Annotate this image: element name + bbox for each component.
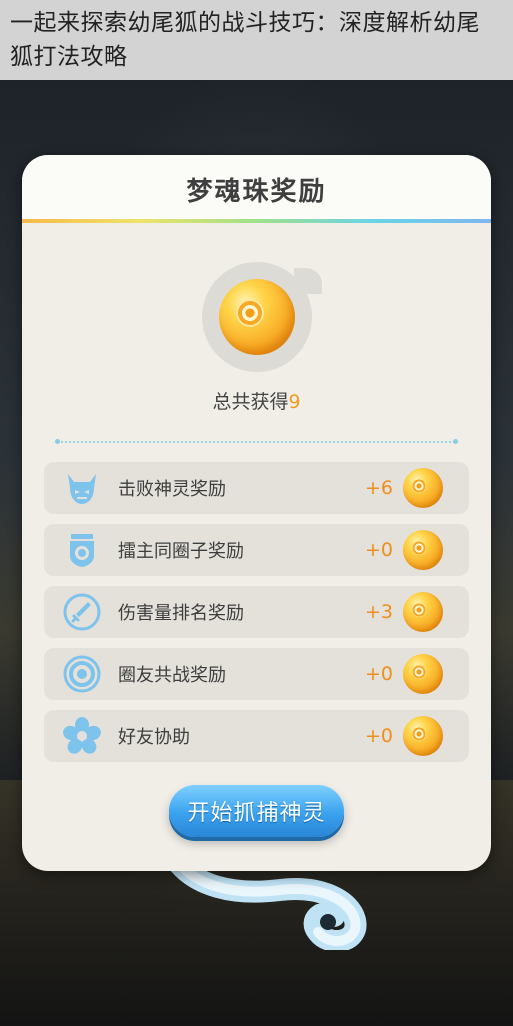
dream-orb-icon (219, 279, 295, 355)
header-rainbow-line (22, 219, 491, 223)
reward-value: +3 (364, 601, 393, 623)
article-title-banner: 一起来探索幼尾狐的战斗技巧：深度解析幼尾狐打法攻略 (0, 0, 513, 80)
reward-dialog: 梦魂珠奖励 总共获得9 击败神灵奖励 +6 擂主同圈子奖励 +0 伤害量排名奖励… (22, 155, 491, 871)
reward-row-damage: 伤害量排名奖励 +3 (44, 586, 469, 638)
start-capture-button[interactable]: 开始抓捕神灵 (169, 785, 344, 837)
dialog-header: 梦魂珠奖励 (22, 155, 491, 223)
demon-mask-icon (60, 466, 104, 510)
reward-label: 好友协助 (118, 727, 190, 748)
total-label: 总共获得 (212, 391, 289, 413)
reward-label: 伤害量排名奖励 (118, 603, 244, 624)
reward-label: 圈友共战奖励 (118, 665, 226, 686)
reward-value: +0 (364, 725, 393, 747)
dotted-divider (55, 439, 458, 444)
reward-row-arena: 擂主同圈子奖励 +0 (44, 524, 469, 576)
reward-label: 击败神灵奖励 (118, 479, 226, 500)
reward-row-defeat: 击败神灵奖励 +6 (44, 462, 469, 514)
badge-shield-icon (60, 528, 104, 572)
sword-icon (60, 590, 104, 634)
total-reward: 总共获得9 (22, 387, 491, 414)
total-value: 9 (288, 391, 301, 413)
orb-coin-icon (403, 716, 443, 756)
reward-row-circle: 圈友共战奖励 +0 (44, 648, 469, 700)
flower-icon (60, 714, 104, 758)
reward-value: +6 (364, 477, 393, 499)
orb-core (236, 299, 264, 327)
reward-value: +0 (364, 539, 393, 561)
target-ring-icon (60, 652, 104, 696)
reward-label: 擂主同圈子奖励 (118, 541, 244, 562)
reward-value: +0 (364, 663, 393, 685)
dream-orb (202, 262, 322, 372)
reward-list: 击败神灵奖励 +6 擂主同圈子奖励 +0 伤害量排名奖励 +3 圈友共战奖励 +… (44, 462, 469, 772)
article-title: 一起来探索幼尾狐的战斗技巧：深度解析幼尾狐打法攻略 (10, 10, 480, 70)
orb-coin-icon (403, 654, 443, 694)
orb-coin-icon (403, 530, 443, 570)
orb-coin-icon (403, 592, 443, 632)
dialog-title: 梦魂珠奖励 (186, 176, 327, 207)
reward-row-friend: 好友协助 +0 (44, 710, 469, 762)
orb-coin-icon (403, 468, 443, 508)
